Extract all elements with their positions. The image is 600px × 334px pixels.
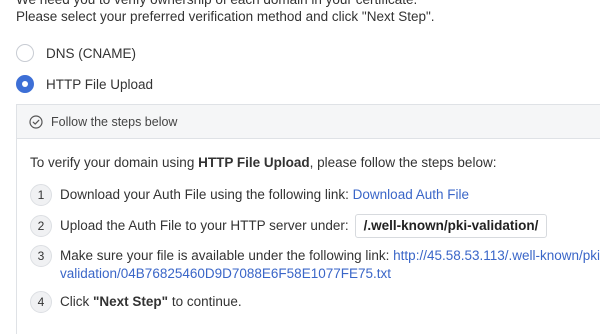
step-number: 1 bbox=[30, 184, 52, 206]
steps-panel: Follow the steps below To verify your do… bbox=[16, 104, 600, 334]
step-4-next-step: "Next Step" bbox=[93, 294, 169, 309]
panel-title: Follow the steps below bbox=[51, 114, 178, 129]
step-1-text: Download your Auth File using the follow… bbox=[60, 186, 469, 204]
dns-label: DNS (CNAME) bbox=[46, 45, 136, 61]
dns-radio[interactable] bbox=[16, 44, 34, 62]
steps-intro-method: HTTP File Upload bbox=[198, 155, 310, 170]
step-4-text: Click "Next Step" to continue. bbox=[60, 293, 242, 311]
step-number: 4 bbox=[30, 291, 52, 313]
step-4-suffix: to continue. bbox=[168, 294, 242, 309]
validation-url-link-part2[interactable]: validation/04B76825460D9D7088E6F58E1077F… bbox=[60, 266, 391, 281]
step-3-label: Make sure your file is available under t… bbox=[60, 248, 394, 263]
steps-intro: To verify your domain using HTTP File Up… bbox=[30, 155, 496, 170]
step-3-text: Make sure your file is available under t… bbox=[60, 247, 600, 283]
check-circle-icon bbox=[29, 114, 43, 129]
step-4-prefix: Click bbox=[60, 294, 93, 309]
method-option-dns[interactable]: DNS (CNAME) bbox=[16, 42, 136, 64]
steps-intro-suffix: , please follow the steps below: bbox=[309, 155, 497, 170]
http-label: HTTP File Upload bbox=[46, 76, 154, 92]
step-2-text: Upload the Auth File to your HTTP server… bbox=[60, 214, 548, 238]
step-1-label: Download your Auth File using the follow… bbox=[60, 187, 353, 202]
validation-url-link-part1[interactable]: http://45.58.53.113/.well-known/pki- bbox=[393, 248, 600, 263]
method-option-http[interactable]: HTTP File Upload bbox=[16, 73, 153, 95]
intro-line-1: We need you to verify ownership of each … bbox=[16, 0, 417, 8]
step-number: 3 bbox=[30, 245, 52, 267]
panel-header: Follow the steps below bbox=[17, 105, 600, 139]
step-number: 2 bbox=[30, 215, 52, 237]
intro-line-2: Please select your preferred verificatio… bbox=[16, 9, 435, 24]
steps-intro-prefix: To verify your domain using bbox=[30, 155, 199, 170]
validation-path-box[interactable]: /.well-known/pki-validation/ bbox=[354, 214, 548, 238]
download-auth-file-link[interactable]: Download Auth File bbox=[353, 187, 469, 202]
http-radio[interactable] bbox=[16, 75, 34, 93]
step-2-label: Upload the Auth File to your HTTP server… bbox=[60, 218, 349, 233]
